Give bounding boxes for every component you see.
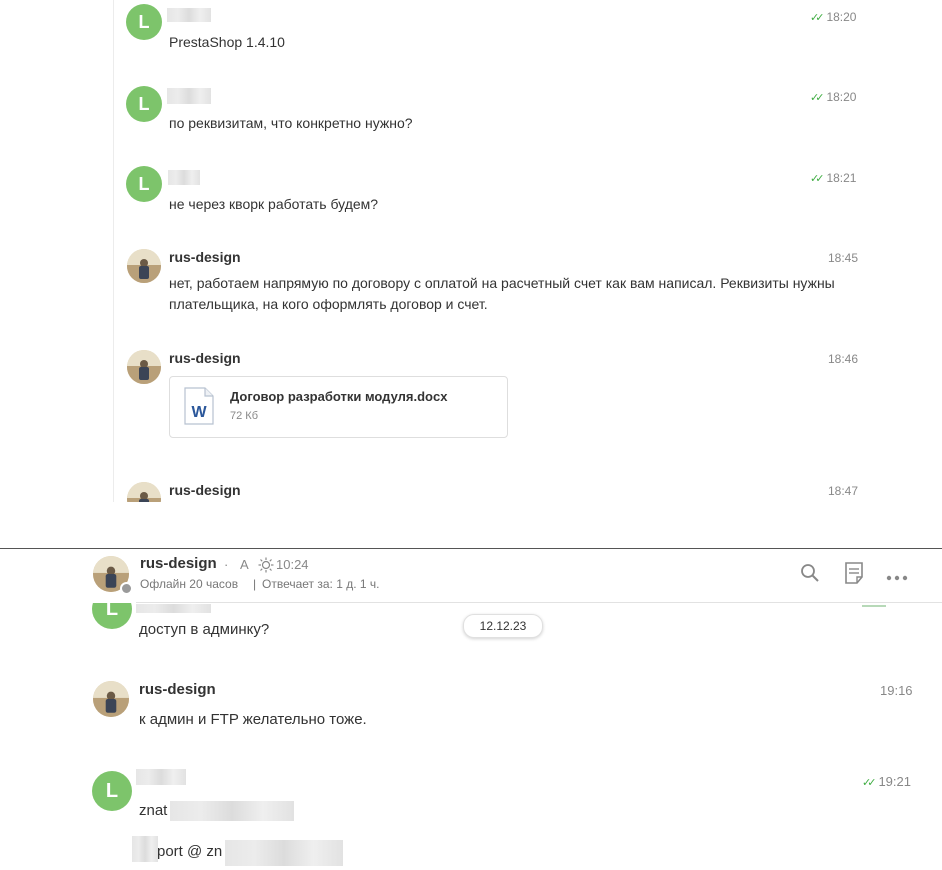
file-size: 72 Кб <box>230 410 258 422</box>
message-time: 19:16 <box>880 683 913 698</box>
avatar-photo <box>127 482 161 502</box>
blurred-username <box>136 769 186 785</box>
offline-status-dot <box>120 582 133 595</box>
message-time: 18:46 <box>828 352 859 366</box>
blurred-username <box>167 88 211 104</box>
message-text: не через кворк работать будем? <box>169 196 379 212</box>
blurred-username <box>168 170 200 185</box>
blurred-username <box>167 8 211 22</box>
screenshot-divider <box>0 548 942 549</box>
avatar[interactable]: L <box>126 4 162 40</box>
blurred-text <box>225 840 343 866</box>
offline-status: Офлайн 20 часов <box>140 577 239 591</box>
avatar-clipped[interactable]: L <box>92 603 132 629</box>
avatar-photo <box>93 681 129 717</box>
word-doc-icon: W <box>184 387 214 425</box>
status-separator: | <box>253 577 257 591</box>
header-separator: · <box>224 557 229 572</box>
file-attachment[interactable]: W Договор разработки модуля.docx 72 Кб <box>169 376 508 438</box>
header-divider <box>136 602 942 603</box>
avatar[interactable] <box>127 482 161 502</box>
thread-line <box>113 0 114 502</box>
header-avatar[interactable] <box>93 556 133 595</box>
double-check-icon: ✓✓ <box>810 173 825 185</box>
author-name[interactable]: rus-design <box>139 681 216 698</box>
avatar[interactable]: L <box>126 86 162 122</box>
message-time: 18:45 <box>828 251 859 265</box>
message-text-line-2: port @ zn <box>157 843 223 860</box>
blurred-text <box>132 836 158 862</box>
avatar[interactable]: L <box>92 771 132 811</box>
message-text-line-1: нет, работаем напрямую по договору с опл… <box>169 275 835 291</box>
double-check-icon: ✓✓ <box>810 92 825 104</box>
header-letter: A <box>240 557 249 572</box>
author-name[interactable]: rus-design <box>169 350 241 366</box>
search-icon[interactable] <box>800 563 820 588</box>
author-name[interactable]: rus-design <box>169 249 241 265</box>
blurred-text <box>170 801 294 821</box>
avatar-photo <box>127 249 161 283</box>
response-time: Отвечает за: 1 д. 1 ч. <box>262 577 380 591</box>
notes-icon[interactable] <box>844 562 864 589</box>
more-icon[interactable] <box>886 569 908 587</box>
message-time: ✓✓ 18:21 <box>810 171 857 185</box>
message-time: 18:47 <box>828 484 859 498</box>
avatar[interactable] <box>127 350 161 384</box>
sun-icon <box>258 557 274 578</box>
local-time: 10:24 <box>276 557 309 572</box>
message-text-line-2: плательщика, на кого оформлять договор и… <box>169 296 488 312</box>
date-badge: 12.12.23 <box>463 614 543 638</box>
blurred-username <box>136 604 211 613</box>
top-chat-panel: L ✓✓ 18:20 PrestaShop 1.4.10 L ✓✓ 18:20 по… <box>0 0 942 502</box>
double-check-icon: ✓✓ <box>862 777 877 789</box>
message-text-line-1: znat <box>139 802 168 819</box>
avatar[interactable] <box>93 681 129 717</box>
avatar[interactable] <box>127 249 161 283</box>
author-name[interactable]: rus-design <box>169 482 241 498</box>
message-time: ✓✓ 18:20 <box>810 90 857 104</box>
file-name[interactable]: Договор разработки модуля.docx <box>230 389 447 404</box>
avatar: L <box>92 603 132 629</box>
message-text: к админ и FTP желательно тоже. <box>139 711 367 728</box>
avatar[interactable]: L <box>126 166 162 202</box>
svg-text:W: W <box>191 404 207 421</box>
message-text: PrestaShop 1.4.10 <box>169 34 285 50</box>
double-check-icon: ✓✓ <box>810 12 825 24</box>
clipped-time <box>862 603 914 608</box>
message-text: доступ в админку? <box>139 621 270 638</box>
header-name[interactable]: rus-design <box>140 555 217 572</box>
message-time: ✓✓ 19:21 <box>862 774 911 789</box>
message-time: ✓✓ 18:20 <box>810 10 857 24</box>
message-text: по реквизитам, что конкретно нужно? <box>169 115 413 131</box>
avatar-photo <box>127 350 161 384</box>
